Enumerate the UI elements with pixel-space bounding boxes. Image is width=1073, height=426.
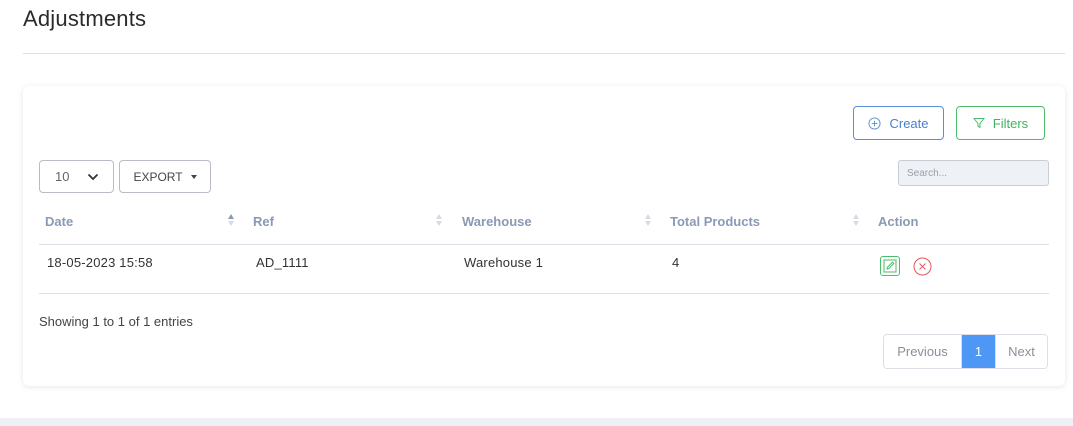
chevron-down-icon xyxy=(88,173,99,180)
column-header-label: Warehouse xyxy=(462,213,532,229)
column-header-label: Date xyxy=(45,213,74,229)
page-title: Adjustments xyxy=(23,6,147,31)
column-header-action: Action xyxy=(878,212,918,230)
export-button[interactable]: EXPORT xyxy=(119,160,211,193)
column-header-label: Total Products xyxy=(670,213,761,229)
create-button-label: Create xyxy=(889,115,929,131)
search-input[interactable] xyxy=(898,160,1049,186)
create-button[interactable]: Create xyxy=(853,106,944,140)
sort-icon[interactable] xyxy=(645,212,653,228)
sort-icon[interactable] xyxy=(853,212,861,228)
plus-circle-icon xyxy=(868,116,882,130)
header-divider xyxy=(39,244,1049,245)
per-page-select[interactable]: 10 xyxy=(39,160,114,193)
cell-total-products: 4 xyxy=(672,255,680,270)
filters-button[interactable]: Filters xyxy=(956,106,1045,140)
pagination: Previous 1 Next xyxy=(883,334,1048,369)
previous-page-button[interactable]: Previous xyxy=(884,335,962,368)
cell-date: 18-05-2023 15:58 xyxy=(47,255,153,270)
edit-icon[interactable] xyxy=(880,256,900,276)
per-page-value: 10 xyxy=(55,169,70,184)
filters-button-label: Filters xyxy=(992,115,1029,131)
column-header-total-products[interactable]: Total Products xyxy=(670,212,760,230)
title-divider xyxy=(23,53,1065,54)
next-page-button[interactable]: Next xyxy=(995,335,1047,368)
column-header-date[interactable]: Date xyxy=(45,212,73,230)
cell-warehouse: Warehouse 1 xyxy=(464,255,544,270)
caret-down-icon xyxy=(190,174,197,179)
row-divider xyxy=(39,293,1049,294)
sort-asc-icon[interactable] xyxy=(228,212,236,228)
delete-icon[interactable] xyxy=(913,257,932,276)
cell-ref: AD_1111 xyxy=(256,255,309,270)
column-header-label: Ref xyxy=(253,213,274,229)
filter-icon xyxy=(972,118,985,129)
page-1-button[interactable]: 1 xyxy=(962,335,995,368)
column-header-warehouse[interactable]: Warehouse xyxy=(462,212,532,230)
sort-icon[interactable] xyxy=(436,212,444,228)
export-button-label: EXPORT xyxy=(133,169,183,184)
page-footer-strip xyxy=(0,418,1073,426)
column-header-label: Action xyxy=(878,213,919,229)
adjustments-card: Create Filters 10 EXPORT Date Ref Wareho… xyxy=(23,86,1065,386)
column-header-ref[interactable]: Ref xyxy=(253,212,274,230)
entries-info: Showing 1 to 1 of 1 entries xyxy=(39,314,193,329)
